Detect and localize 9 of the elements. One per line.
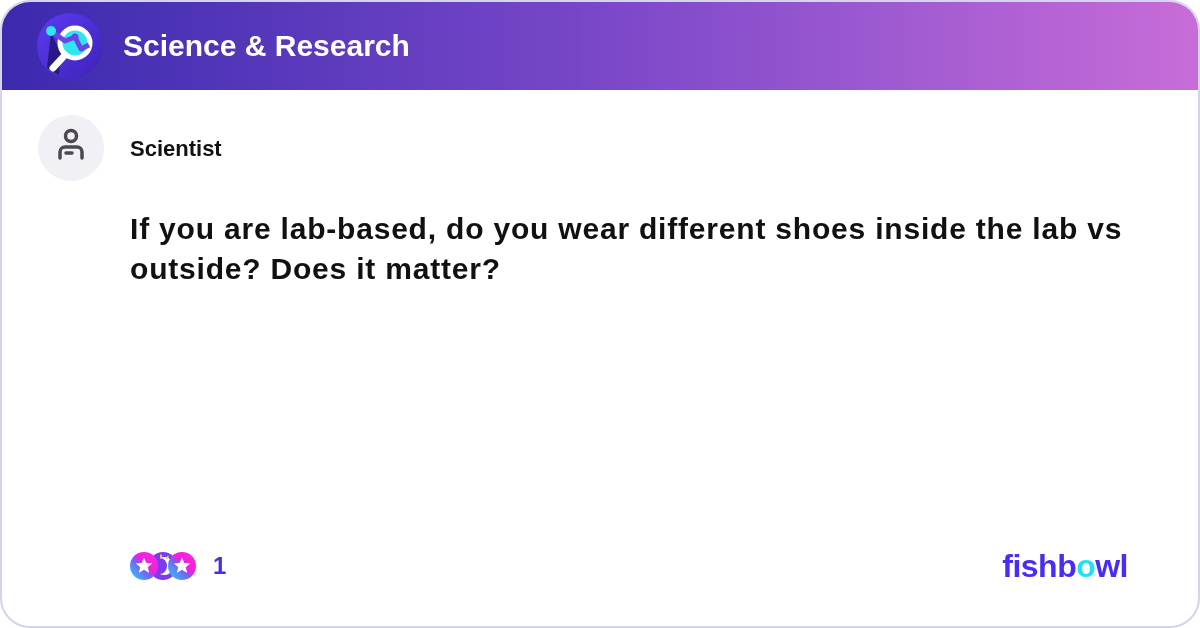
user-avatar-icon: [38, 115, 104, 181]
author-name: Scientist: [130, 134, 222, 163]
star-badge-icon: [168, 552, 196, 580]
community-title: Science & Research: [123, 31, 410, 61]
magnifier-network-logo-icon: [37, 13, 103, 79]
question-text: If you are lab-based, do you wear different shoes inside the lab vs outside? Does it matter?: [130, 211, 1124, 287]
fishbowl-wordmark: fishbowl: [1002, 550, 1128, 582]
reaction-count: 1: [213, 551, 227, 581]
star-badge-icon: [130, 552, 158, 580]
